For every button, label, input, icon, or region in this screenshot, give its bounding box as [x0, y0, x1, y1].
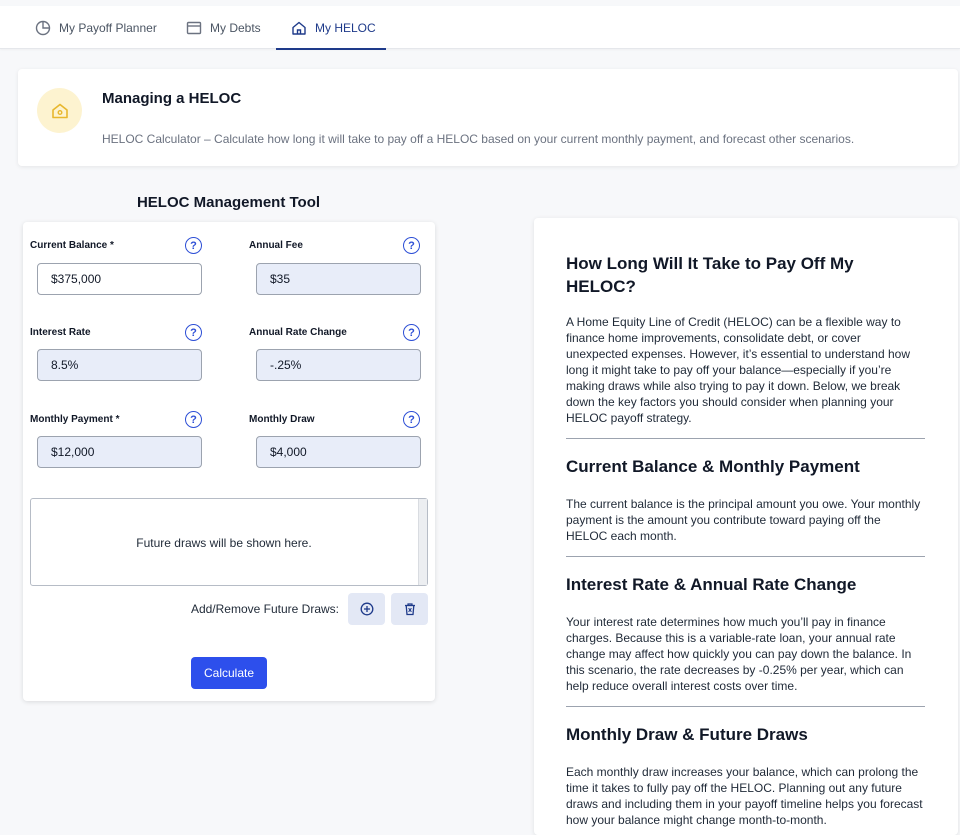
- article-heading: How Long Will It Take to Pay Off My HELO…: [566, 254, 854, 296]
- house-icon: [51, 103, 68, 118]
- tab-label: My Payoff Planner: [59, 20, 157, 35]
- interest-rate-input[interactable]: [37, 349, 202, 381]
- monthly-draw-input[interactable]: [256, 436, 421, 468]
- current-balance-input[interactable]: [37, 263, 202, 295]
- annual-fee-label: Annual Fee: [249, 240, 303, 251]
- article-paragraph: Your interest rate determines how much y…: [566, 615, 912, 693]
- future-draws-placeholder: Future draws will be shown here.: [136, 536, 312, 550]
- tab-label: My Debts: [210, 20, 261, 35]
- heloc-article: How Long Will It Take to Pay Off My HELO…: [534, 218, 958, 835]
- heloc-banner: Managing a HELOC HELOC Calculator – Calc…: [18, 69, 958, 166]
- annual-rate-change-help-icon[interactable]: ?: [403, 324, 420, 341]
- section-divider: [566, 556, 925, 557]
- article-heading: Interest Rate & Annual Rate Change: [566, 575, 857, 594]
- section-divider: [566, 706, 925, 707]
- calculate-button[interactable]: Calculate: [191, 657, 267, 689]
- current-balance-label: Current Balance *: [30, 240, 114, 251]
- monthly-payment-label: Monthly Payment *: [30, 414, 120, 425]
- article-paragraph: The current balance is the principal amo…: [566, 497, 921, 543]
- annual-fee-input[interactable]: [256, 263, 421, 295]
- heloc-form-card: Current Balance * ? Annual Fee ? Interes…: [23, 222, 435, 701]
- annual-fee-help-icon[interactable]: ?: [403, 237, 420, 254]
- monthly-draw-label: Monthly Draw: [249, 414, 315, 425]
- add-remove-draws-label: Add/Remove Future Draws:: [190, 602, 339, 616]
- banner-icon-badge: [37, 88, 82, 133]
- tab-label: My HELOC: [315, 20, 376, 35]
- interest-rate-help-icon[interactable]: ?: [185, 324, 202, 341]
- tab-my-payoff-planner[interactable]: My Payoff Planner: [35, 6, 157, 49]
- page-description: HELOC Calculator – Calculate how long it…: [102, 132, 855, 146]
- section-divider: [566, 438, 925, 439]
- annual-rate-change-label: Annual Rate Change: [249, 327, 347, 338]
- card-icon: [186, 21, 202, 34]
- pie-chart-icon: [35, 20, 51, 35]
- monthly-draw-help-icon[interactable]: ?: [403, 411, 420, 428]
- article-content: How Long Will It Take to Pay Off My HELO…: [566, 252, 925, 835]
- house-icon: [292, 21, 306, 35]
- article-paragraph: Each monthly draw increases your balance…: [566, 765, 923, 827]
- future-draws-scrollbar[interactable]: [418, 499, 427, 585]
- tool-title: HELOC Management Tool: [136, 194, 321, 211]
- monthly-payment-help-icon[interactable]: ?: [185, 411, 202, 428]
- tab-my-heloc[interactable]: My HELOC: [276, 6, 386, 50]
- interest-rate-label: Interest Rate: [30, 327, 91, 338]
- tab-my-debts[interactable]: My Debts: [186, 6, 261, 49]
- future-draws-list[interactable]: Future draws will be shown here.: [30, 498, 428, 586]
- monthly-payment-input[interactable]: [37, 436, 202, 468]
- annual-rate-change-input[interactable]: [256, 349, 421, 381]
- article-heading: Monthly Draw & Future Draws: [566, 725, 808, 744]
- remove-draw-button[interactable]: [391, 593, 428, 625]
- page-title: Managing a HELOC: [102, 90, 242, 107]
- add-circle-icon: [360, 602, 373, 616]
- article-paragraph: A Home Equity Line of Credit (HELOC) can…: [566, 315, 910, 425]
- current-balance-help-icon[interactable]: ?: [185, 237, 202, 254]
- tab-bar: My Payoff Planner My Debts My HELOC: [0, 6, 960, 50]
- add-draw-button[interactable]: [348, 593, 385, 625]
- trash-icon: [404, 603, 415, 616]
- article-heading: Current Balance & Monthly Payment: [566, 457, 860, 476]
